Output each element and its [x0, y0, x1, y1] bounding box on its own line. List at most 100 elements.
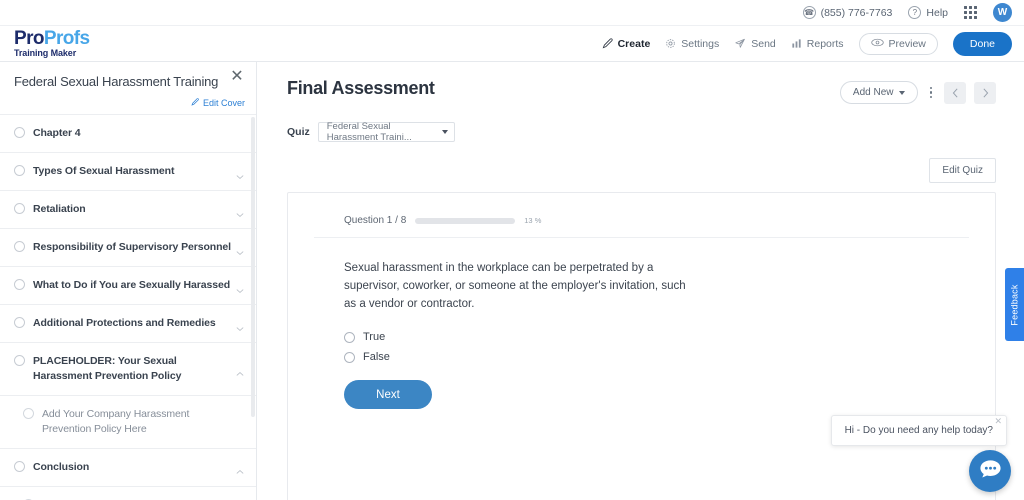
- sidebar-item-label: Additional Protections and Remedies: [33, 317, 216, 329]
- logo-part-pro: Pro: [14, 28, 44, 49]
- next-question-button[interactable]: Next: [344, 380, 432, 410]
- quiz-selector-row: Quiz Federal Sexual Harassment Traini...: [287, 121, 996, 143]
- sidebar-item-label: What to Do if You are Sexually Harassed: [33, 279, 231, 291]
- status-circle-icon: [14, 203, 25, 214]
- logo-part-profs: Profs: [43, 28, 90, 49]
- sidebar-item-placeholder-policy[interactable]: PLACEHOLDER: Your Sexual Harassment Prev…: [0, 343, 256, 396]
- quiz-select[interactable]: Federal Sexual Harassment Traini...: [317, 121, 455, 143]
- option-true[interactable]: True: [344, 327, 939, 347]
- feedback-label: Feedback: [1009, 283, 1020, 326]
- sidebar-scrollbar[interactable]: [251, 117, 255, 417]
- chat-bubble-icon: [979, 459, 1002, 484]
- radio-icon[interactable]: [344, 331, 355, 343]
- chevron-down-icon[interactable]: [236, 282, 244, 293]
- nav-item-reports[interactable]: Reports: [791, 38, 844, 50]
- sidebar-item-label: Responsibility of Supervisory Personnel: [33, 241, 231, 253]
- previous-button[interactable]: [944, 81, 966, 104]
- sidebar-item-responsibility-of-supervisory-personnel[interactable]: Responsibility of Supervisory Personnel: [0, 229, 256, 267]
- status-circle-icon: [23, 407, 34, 419]
- option-label: True: [363, 331, 386, 344]
- chevron-down-icon[interactable]: [236, 320, 244, 331]
- chevron-down-icon[interactable]: [236, 206, 244, 217]
- sidebar-item-types-of-sexual-harassment[interactable]: Types Of Sexual Harassment: [0, 153, 256, 191]
- chat-greeting-text: Hi - Do you need any help today?: [844, 425, 993, 436]
- edit-quiz-button[interactable]: Edit Quiz: [929, 158, 996, 183]
- pencil-icon: [602, 38, 613, 49]
- sidebar-item-conclusion[interactable]: Conclusion: [0, 449, 256, 487]
- done-button[interactable]: Done: [952, 31, 1012, 56]
- top-utility-bar: ☎ (855) 776-7763 ? Help W: [0, 0, 1024, 26]
- status-circle-icon: [14, 127, 25, 138]
- body-wrapper: Federal Sexual Harassment Training ✕ Edi…: [0, 62, 1024, 500]
- sidebar-item-label: Conclusion: [33, 460, 90, 473]
- question-counter: Question 1 / 8: [344, 215, 407, 226]
- radio-icon[interactable]: [344, 351, 355, 363]
- sidebar-item-what-to-do-if-you-are-sexually-harassed[interactable]: What to Do if You are Sexually Harassed: [0, 267, 256, 305]
- chevron-down-icon: [898, 90, 905, 95]
- chevron-up-icon[interactable]: [236, 365, 244, 376]
- sidebar-item-additional-protections-and-remedies[interactable]: Additional Protections and Remedies: [0, 305, 256, 343]
- quiz-label: Quiz: [287, 126, 310, 138]
- main-content: Final Assessment Add New Quiz Federal Se…: [257, 62, 1024, 500]
- chapter-list: Chapter 4 Types Of Sexual Harassment Ret…: [0, 114, 256, 500]
- nav-label-send: Send: [751, 37, 776, 50]
- nav-label-create: Create: [617, 37, 651, 50]
- status-circle-icon: [14, 241, 25, 252]
- avatar[interactable]: W: [993, 3, 1012, 22]
- nav-label-settings: Settings: [681, 37, 720, 50]
- course-sidebar: Federal Sexual Harassment Training ✕ Edi…: [0, 62, 257, 500]
- feedback-tab[interactable]: Feedback: [1005, 268, 1024, 341]
- status-circle-icon: [14, 317, 25, 328]
- sidebar-item-chapter-4[interactable]: Chapter 4: [0, 115, 256, 153]
- content-actions: Add New: [839, 81, 996, 104]
- sidebar-item-label: Chapter 4: [33, 127, 81, 139]
- status-circle-icon: [14, 165, 25, 176]
- gear-icon: [665, 38, 676, 49]
- nav-item-settings[interactable]: Settings: [665, 38, 719, 50]
- chevron-down-icon[interactable]: [236, 244, 244, 255]
- nav-item-create[interactable]: Create: [602, 37, 651, 50]
- apps-grid-icon[interactable]: [964, 6, 977, 19]
- answer-options: True False: [288, 313, 995, 367]
- phone-icon: ☎: [802, 6, 816, 19]
- chevron-down-icon: [441, 130, 448, 134]
- sidebar-item-retaliation[interactable]: Retaliation: [0, 191, 256, 229]
- status-circle-icon: [14, 279, 25, 290]
- add-new-button[interactable]: Add New: [839, 81, 918, 104]
- pencil-icon: [191, 98, 199, 108]
- edit-cover-link[interactable]: Edit Cover: [0, 93, 256, 114]
- sidebar-item-add-your-company-policy[interactable]: Add Your Company Harassment Prevention P…: [0, 396, 256, 449]
- status-circle-icon: [14, 460, 25, 472]
- question-progress: Question 1 / 8 13 %: [288, 215, 995, 226]
- bar-chart-icon: [791, 38, 802, 49]
- question-text: Sexual harassment in the workplace can b…: [344, 262, 686, 310]
- main-header: ProProfs Training Maker Create Settings: [0, 26, 1024, 62]
- chat-launcher-button[interactable]: [969, 450, 1011, 492]
- sidebar-item-final-assessment[interactable]: Final Assessment: [0, 487, 256, 500]
- close-icon[interactable]: ✕: [994, 417, 1002, 426]
- logo-tagline: Training Maker: [14, 48, 77, 58]
- quiz-select-value: Federal Sexual Harassment Traini...: [326, 121, 412, 143]
- help-label: Help: [926, 6, 948, 19]
- add-new-label: Add New: [852, 87, 894, 98]
- chevron-down-icon[interactable]: [236, 168, 244, 179]
- nav-item-send[interactable]: Send: [734, 38, 776, 50]
- question-circle-icon: ?: [908, 6, 922, 19]
- nav-label-reports: Reports: [806, 37, 844, 50]
- edit-cover-label: Edit Cover: [202, 98, 245, 108]
- eye-icon: [870, 38, 884, 50]
- proprofs-logo[interactable]: ProProfs Training Maker: [14, 28, 90, 58]
- more-options-button[interactable]: [926, 84, 937, 102]
- phone-number[interactable]: ☎ (855) 776-7763: [802, 6, 892, 19]
- course-title: Federal Sexual Harassment Training: [14, 74, 219, 89]
- next-page-button[interactable]: [974, 81, 996, 104]
- quiz-preview-card: Question 1 / 8 13 % Sexual harassment in…: [287, 192, 996, 500]
- chevron-up-icon[interactable]: [236, 463, 244, 474]
- sidebar-header: Federal Sexual Harassment Training ✕: [0, 62, 256, 93]
- option-false[interactable]: False: [344, 347, 939, 367]
- close-icon[interactable]: ✕: [229, 69, 245, 86]
- preview-label: Preview: [888, 37, 926, 50]
- sidebar-item-label: PLACEHOLDER: Your Sexual Harassment Prev…: [33, 355, 182, 382]
- help-link[interactable]: ? Help: [908, 6, 948, 19]
- preview-button[interactable]: Preview: [858, 32, 938, 55]
